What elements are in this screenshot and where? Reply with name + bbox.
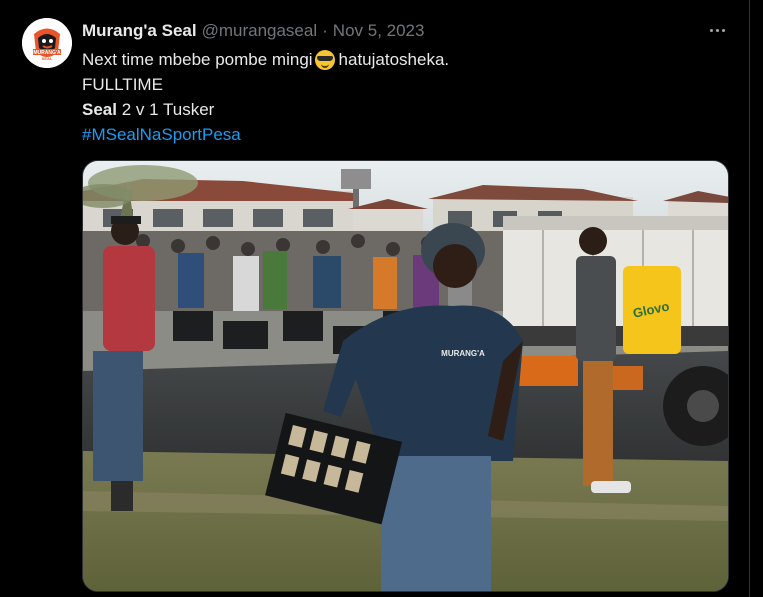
tweet-date[interactable]: Nov 5, 2023 [333,21,425,41]
shirt-text: MURANG'A [441,349,485,358]
sunglasses-emoji-icon [314,49,335,70]
tweet-text-line1: Next time mbebe pombe mingi [82,50,313,69]
photo-illustration: MURANG'A Glovo [83,161,728,591]
tweet-text: Next time mbebe pombe mingi hatujatoshek… [82,47,449,147]
tweet-photo[interactable]: MURANG'A Glovo [82,160,729,592]
user-handle[interactable]: @murangaseal [202,21,318,41]
tweet-text-line2: FULLTIME [82,75,163,94]
hashtag-link[interactable]: #MSealNaSportPesa [82,122,449,147]
separator-dot: · [322,21,328,40]
logo-subtext: SEAL [42,56,53,61]
score-team: Seal [82,100,117,119]
tweet-card[interactable]: MURANG'A SEAL Murang'a Seal @murangaseal… [0,0,750,597]
more-options-icon[interactable] [707,22,727,38]
avatar[interactable]: MURANG'A SEAL [22,18,72,68]
tweet-header: Murang'a Seal @murangaseal · Nov 5, 2023 [82,20,424,42]
score-rest: 2 v 1 Tusker [121,100,215,119]
tweet-text-line1-end: hatujatosheka. [338,50,450,69]
seal-logo-icon: MURANG'A SEAL [22,18,72,68]
display-name[interactable]: Murang'a Seal [82,21,197,41]
